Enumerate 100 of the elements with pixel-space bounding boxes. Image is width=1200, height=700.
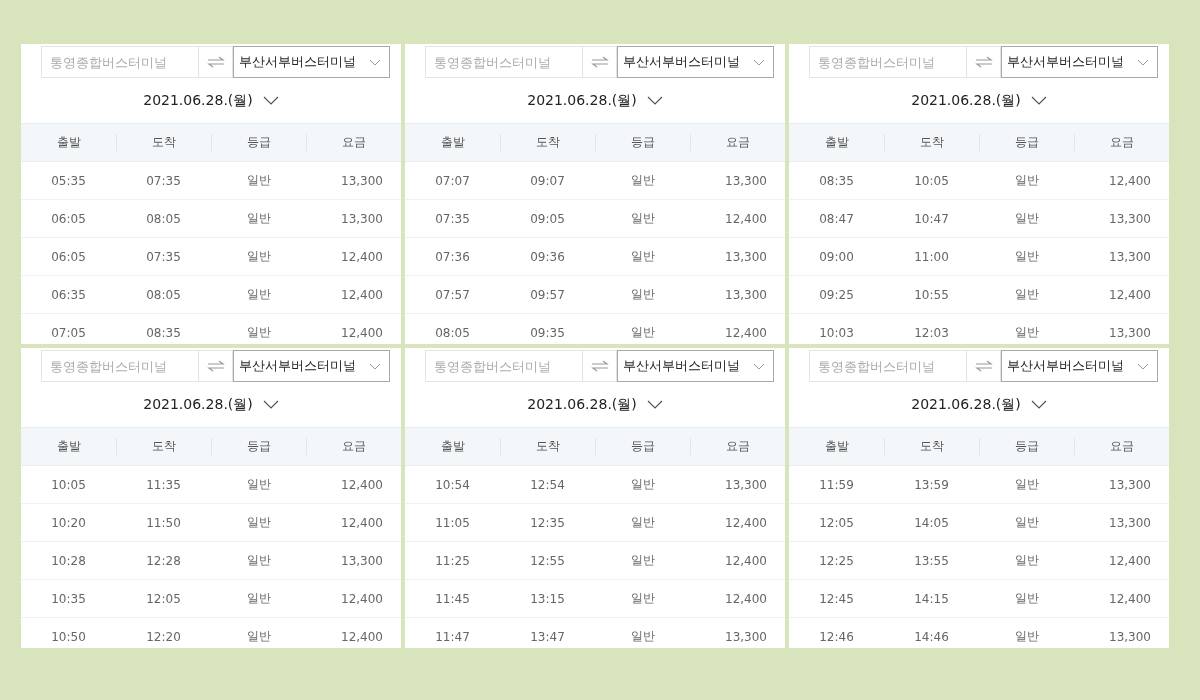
table-cell-text: 일반 [245, 476, 272, 493]
table-cell-text: 일반 [629, 248, 656, 265]
table-cell-text: 일반 [1013, 552, 1040, 569]
table-cell-text: 07:57 [434, 287, 471, 302]
swap-icon [206, 56, 225, 68]
table-cell-text: 14:46 [913, 629, 950, 644]
table-cell-text: 12,400 [1108, 287, 1152, 302]
table-cell-text: 일반 [245, 552, 272, 569]
date-picker[interactable]: 2021.06.28.(월) [143, 393, 279, 416]
swap-icon [974, 360, 993, 372]
origin-field[interactable]: 통영종합버스터미널 [809, 350, 966, 382]
table-cell-text: 13,300 [340, 553, 384, 568]
column-header: 출발 [55, 134, 82, 151]
table-cell-text: 11:59 [818, 477, 855, 492]
origin-field[interactable]: 통영종합버스터미널 [425, 350, 582, 382]
table-cell-text: 일반 [245, 324, 272, 341]
column-header: 도착 [884, 438, 979, 455]
table-cell-text: 13,300 [340, 211, 384, 226]
destination-select[interactable]: 부산서부버스터미널 [617, 46, 774, 78]
chevron-down-icon [646, 96, 663, 105]
table-cell-text: 12:45 [818, 591, 855, 606]
chevron-down-icon [1030, 400, 1047, 409]
date-picker[interactable]: 2021.06.28.(월) [911, 89, 1047, 112]
column-header: 요금 [1074, 134, 1169, 151]
table-cell-text: 일반 [629, 210, 656, 227]
table-cell-text: 06:35 [50, 287, 87, 302]
table-cell-text: 12,400 [1108, 591, 1152, 606]
chevron-down-icon [1137, 58, 1149, 66]
column-header: 도착 [116, 438, 211, 455]
table-cell-text: 08:35 [818, 173, 855, 188]
table-cell-text: 06:05 [50, 249, 87, 264]
origin-field[interactable]: 통영종합버스터미널 [425, 46, 582, 78]
destination-select[interactable]: 부산서부버스터미널 [233, 350, 390, 382]
swap-button[interactable] [582, 350, 617, 382]
column-header: 요금 [690, 134, 785, 151]
column-header: 요금 [690, 438, 785, 455]
chevron-down-icon [753, 362, 765, 370]
date-picker[interactable]: 2021.06.28.(월) [143, 89, 279, 112]
table-cell-text: 11:05 [434, 515, 471, 530]
swap-button[interactable] [198, 46, 233, 78]
table-cell-text: 13,300 [1108, 629, 1152, 644]
table-cell-text: 일반 [629, 552, 656, 569]
swap-icon [974, 56, 993, 68]
table-cell-text: 08:05 [145, 211, 182, 226]
swap-button[interactable] [198, 350, 233, 382]
chevron-down-icon [753, 58, 765, 66]
origin-field[interactable]: 통영종합버스터미널 [809, 46, 966, 78]
table-cell-text: 일반 [629, 476, 656, 493]
table-cell-text: 10:05 [913, 173, 950, 188]
table-cell-text: 12,400 [340, 325, 384, 340]
table-cell-text: 일반 [1013, 514, 1040, 531]
chevron-down-icon [646, 400, 663, 409]
table-cell-text: 12,400 [340, 629, 384, 644]
table-cell-text: 13,300 [1108, 249, 1152, 264]
column-header: 등급 [979, 438, 1074, 455]
column-header: 등급 [595, 134, 690, 151]
column-header: 요금 [306, 438, 401, 455]
table-cell-text: 일반 [245, 210, 272, 227]
chevron-down-icon [369, 58, 381, 66]
table-cell-text: 10:50 [50, 629, 87, 644]
table-cell-text: 07:35 [434, 211, 471, 226]
destination-select[interactable]: 부산서부버스터미널 [233, 46, 390, 78]
origin-field[interactable]: 통영종합버스터미널 [41, 350, 198, 382]
table-cell-text: 09:25 [818, 287, 855, 302]
table-cell-text: 11:45 [434, 591, 471, 606]
swap-button[interactable] [966, 350, 1001, 382]
destination-select[interactable]: 부산서부버스터미널 [1001, 350, 1158, 382]
table-cell-text: 06:05 [50, 211, 87, 226]
table-cell-text: 13,300 [1108, 211, 1152, 226]
chevron-down-icon [1030, 96, 1047, 105]
column-header: 도착 [500, 438, 595, 455]
table-cell-text: 13,300 [1108, 477, 1152, 492]
date-picker[interactable]: 2021.06.28.(월) [911, 393, 1047, 416]
destination-select[interactable]: 부산서부버스터미널 [1001, 46, 1158, 78]
table-cell-text: 12,400 [1108, 553, 1152, 568]
column-header: 등급 [211, 134, 306, 151]
origin-field[interactable]: 통영종합버스터미널 [41, 46, 198, 78]
table-cell-text: 일반 [1013, 590, 1040, 607]
date-picker[interactable]: 2021.06.28.(월) [527, 393, 663, 416]
swap-button[interactable] [966, 46, 1001, 78]
table-cell-text: 일반 [629, 628, 656, 645]
column-header: 도착 [116, 134, 211, 151]
table-cell-text: 09:57 [529, 287, 566, 302]
table-cell-text: 09:00 [818, 249, 855, 264]
table-cell-text: 12:28 [145, 553, 182, 568]
table-cell-text: 13,300 [340, 173, 384, 188]
column-header: 등급 [211, 438, 306, 455]
table-cell-text: 12:55 [529, 553, 566, 568]
destination-select[interactable]: 부산서부버스터미널 [617, 350, 774, 382]
table-cell-text: 일반 [1013, 248, 1040, 265]
table-cell-text: 10:05 [50, 477, 87, 492]
table-cell-text: 13:15 [529, 591, 566, 606]
swap-icon [206, 360, 225, 372]
table-cell-text: 12:54 [529, 477, 566, 492]
date-picker[interactable]: 2021.06.28.(월) [527, 89, 663, 112]
column-header: 등급 [979, 134, 1074, 151]
table-cell-text: 일반 [245, 248, 272, 265]
table-cell-text: 12,400 [724, 591, 768, 606]
table-cell-text: 일반 [629, 590, 656, 607]
swap-button[interactable] [582, 46, 617, 78]
